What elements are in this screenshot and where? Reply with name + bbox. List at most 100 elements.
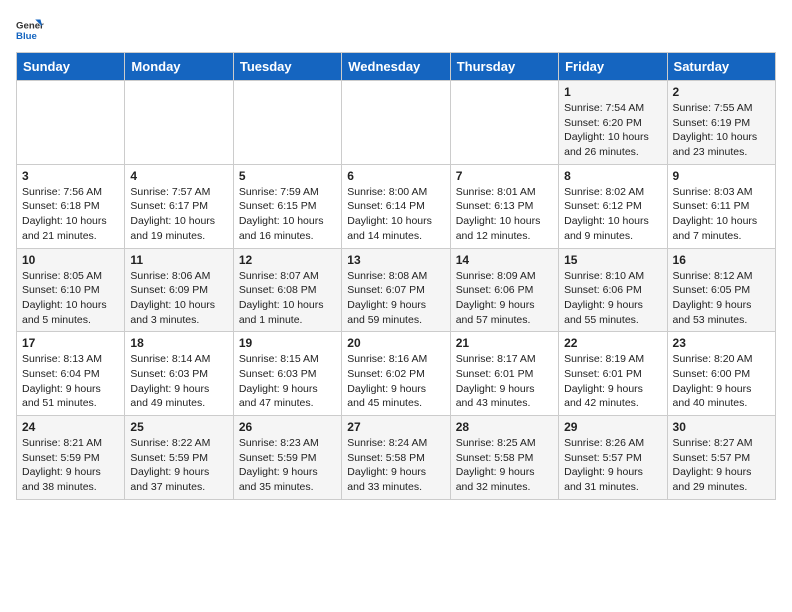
calendar-cell: 25 Sunrise: 8:22 AM Sunset: 5:59 PM Dayli… — [125, 416, 233, 500]
day-number: 10 — [22, 253, 119, 267]
day-number: 18 — [130, 336, 227, 350]
day-number: 5 — [239, 169, 336, 183]
calendar-cell: 14 Sunrise: 8:09 AM Sunset: 6:06 PM Dayli… — [450, 248, 558, 332]
calendar-cell: 12 Sunrise: 8:07 AM Sunset: 6:08 PM Dayli… — [233, 248, 341, 332]
day-info: Sunrise: 7:55 AM Sunset: 6:19 PM Dayligh… — [673, 101, 770, 160]
day-number: 13 — [347, 253, 444, 267]
col-header-monday: Monday — [125, 53, 233, 81]
calendar-cell: 5 Sunrise: 7:59 AM Sunset: 6:15 PM Daylig… — [233, 164, 341, 248]
day-info: Sunrise: 8:02 AM Sunset: 6:12 PM Dayligh… — [564, 185, 661, 244]
day-info: Sunrise: 8:22 AM Sunset: 5:59 PM Dayligh… — [130, 436, 227, 495]
day-number: 19 — [239, 336, 336, 350]
calendar-cell: 21 Sunrise: 8:17 AM Sunset: 6:01 PM Dayli… — [450, 332, 558, 416]
day-number: 4 — [130, 169, 227, 183]
calendar-cell: 11 Sunrise: 8:06 AM Sunset: 6:09 PM Dayli… — [125, 248, 233, 332]
calendar-cell: 23 Sunrise: 8:20 AM Sunset: 6:00 PM Dayli… — [667, 332, 775, 416]
calendar-cell: 13 Sunrise: 8:08 AM Sunset: 6:07 PM Dayli… — [342, 248, 450, 332]
calendar-cell — [450, 81, 558, 165]
calendar-cell — [233, 81, 341, 165]
col-header-sunday: Sunday — [17, 53, 125, 81]
col-header-tuesday: Tuesday — [233, 53, 341, 81]
calendar-cell — [17, 81, 125, 165]
day-info: Sunrise: 8:12 AM Sunset: 6:05 PM Dayligh… — [673, 269, 770, 328]
day-info: Sunrise: 8:05 AM Sunset: 6:10 PM Dayligh… — [22, 269, 119, 328]
day-info: Sunrise: 7:59 AM Sunset: 6:15 PM Dayligh… — [239, 185, 336, 244]
day-number: 8 — [564, 169, 661, 183]
day-number: 23 — [673, 336, 770, 350]
calendar-cell: 28 Sunrise: 8:25 AM Sunset: 5:58 PM Dayli… — [450, 416, 558, 500]
day-info: Sunrise: 8:27 AM Sunset: 5:57 PM Dayligh… — [673, 436, 770, 495]
calendar-cell: 6Sunrise: 8:00 AM Sunset: 6:14 PM Daylig… — [342, 164, 450, 248]
calendar-cell — [125, 81, 233, 165]
day-info: Sunrise: 8:13 AM Sunset: 6:04 PM Dayligh… — [22, 352, 119, 411]
day-info: Sunrise: 7:54 AM Sunset: 6:20 PM Dayligh… — [564, 101, 661, 160]
day-info: Sunrise: 8:08 AM Sunset: 6:07 PM Dayligh… — [347, 269, 444, 328]
calendar-week-row: 3Sunrise: 7:56 AM Sunset: 6:18 PM Daylig… — [17, 164, 776, 248]
day-number: 1 — [564, 85, 661, 99]
calendar-cell: 27 Sunrise: 8:24 AM Sunset: 5:58 PM Dayli… — [342, 416, 450, 500]
col-header-wednesday: Wednesday — [342, 53, 450, 81]
day-info: Sunrise: 8:00 AM Sunset: 6:14 PM Dayligh… — [347, 185, 444, 244]
day-info: Sunrise: 8:26 AM Sunset: 5:57 PM Dayligh… — [564, 436, 661, 495]
day-number: 20 — [347, 336, 444, 350]
day-info: Sunrise: 8:24 AM Sunset: 5:58 PM Dayligh… — [347, 436, 444, 495]
calendar-cell: 15 Sunrise: 8:10 AM Sunset: 6:06 PM Dayli… — [559, 248, 667, 332]
day-number: 12 — [239, 253, 336, 267]
day-number: 15 — [564, 253, 661, 267]
day-info: Sunrise: 8:15 AM Sunset: 6:03 PM Dayligh… — [239, 352, 336, 411]
col-header-saturday: Saturday — [667, 53, 775, 81]
day-number: 26 — [239, 420, 336, 434]
day-number: 30 — [673, 420, 770, 434]
calendar-cell: 10 Sunrise: 8:05 AM Sunset: 6:10 PM Dayli… — [17, 248, 125, 332]
day-info: Sunrise: 7:57 AM Sunset: 6:17 PM Dayligh… — [130, 185, 227, 244]
day-info: Sunrise: 8:25 AM Sunset: 5:58 PM Dayligh… — [456, 436, 553, 495]
svg-text:Blue: Blue — [16, 31, 37, 42]
logo: General Blue — [16, 16, 48, 44]
calendar-cell: 8 Sunrise: 8:02 AM Sunset: 6:12 PM Daylig… — [559, 164, 667, 248]
calendar-header-row: SundayMondayTuesdayWednesdayThursdayFrid… — [17, 53, 776, 81]
day-number: 7 — [456, 169, 553, 183]
day-info: Sunrise: 8:17 AM Sunset: 6:01 PM Dayligh… — [456, 352, 553, 411]
day-info: Sunrise: 8:06 AM Sunset: 6:09 PM Dayligh… — [130, 269, 227, 328]
logo-icon: General Blue — [16, 16, 44, 44]
day-number: 21 — [456, 336, 553, 350]
day-number: 25 — [130, 420, 227, 434]
calendar-week-row: 24 Sunrise: 8:21 AM Sunset: 5:59 PM Dayli… — [17, 416, 776, 500]
calendar-cell: 4 Sunrise: 7:57 AM Sunset: 6:17 PM Daylig… — [125, 164, 233, 248]
day-info: Sunrise: 8:23 AM Sunset: 5:59 PM Dayligh… — [239, 436, 336, 495]
col-header-thursday: Thursday — [450, 53, 558, 81]
col-header-friday: Friday — [559, 53, 667, 81]
day-number: 27 — [347, 420, 444, 434]
day-info: Sunrise: 8:21 AM Sunset: 5:59 PM Dayligh… — [22, 436, 119, 495]
calendar-cell: 16Sunrise: 8:12 AM Sunset: 6:05 PM Dayli… — [667, 248, 775, 332]
day-info: Sunrise: 8:19 AM Sunset: 6:01 PM Dayligh… — [564, 352, 661, 411]
day-number: 28 — [456, 420, 553, 434]
calendar-cell: 17 Sunrise: 8:13 AM Sunset: 6:04 PM Dayli… — [17, 332, 125, 416]
day-info: Sunrise: 8:10 AM Sunset: 6:06 PM Dayligh… — [564, 269, 661, 328]
page-header: General Blue — [16, 16, 776, 44]
calendar-week-row: 10 Sunrise: 8:05 AM Sunset: 6:10 PM Dayli… — [17, 248, 776, 332]
calendar-cell: 29 Sunrise: 8:26 AM Sunset: 5:57 PM Dayli… — [559, 416, 667, 500]
calendar-week-row: 17 Sunrise: 8:13 AM Sunset: 6:04 PM Dayli… — [17, 332, 776, 416]
day-number: 9 — [673, 169, 770, 183]
calendar-cell: 2 Sunrise: 7:55 AM Sunset: 6:19 PM Daylig… — [667, 81, 775, 165]
day-info: Sunrise: 8:09 AM Sunset: 6:06 PM Dayligh… — [456, 269, 553, 328]
day-number: 22 — [564, 336, 661, 350]
day-number: 29 — [564, 420, 661, 434]
calendar-cell: 3Sunrise: 7:56 AM Sunset: 6:18 PM Daylig… — [17, 164, 125, 248]
calendar-cell: 7 Sunrise: 8:01 AM Sunset: 6:13 PM Daylig… — [450, 164, 558, 248]
day-info: Sunrise: 7:56 AM Sunset: 6:18 PM Dayligh… — [22, 185, 119, 244]
day-number: 2 — [673, 85, 770, 99]
day-info: Sunrise: 8:20 AM Sunset: 6:00 PM Dayligh… — [673, 352, 770, 411]
day-number: 14 — [456, 253, 553, 267]
day-number: 17 — [22, 336, 119, 350]
day-number: 24 — [22, 420, 119, 434]
calendar-cell: 20Sunrise: 8:16 AM Sunset: 6:02 PM Dayli… — [342, 332, 450, 416]
calendar-cell: 30 Sunrise: 8:27 AM Sunset: 5:57 PM Dayli… — [667, 416, 775, 500]
day-info: Sunrise: 8:07 AM Sunset: 6:08 PM Dayligh… — [239, 269, 336, 328]
day-number: 11 — [130, 253, 227, 267]
calendar-cell: 9Sunrise: 8:03 AM Sunset: 6:11 PM Daylig… — [667, 164, 775, 248]
calendar-cell: 24 Sunrise: 8:21 AM Sunset: 5:59 PM Dayli… — [17, 416, 125, 500]
calendar-cell — [342, 81, 450, 165]
day-info: Sunrise: 8:01 AM Sunset: 6:13 PM Dayligh… — [456, 185, 553, 244]
